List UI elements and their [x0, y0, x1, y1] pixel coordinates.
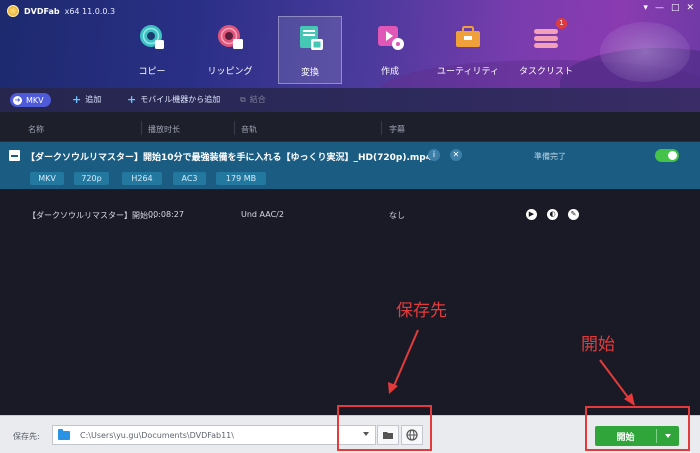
nav-label: リッピング — [207, 67, 253, 77]
minimize-icon[interactable]: — — [655, 3, 664, 13]
format-tag: MKV — [30, 172, 64, 185]
nav-label: 変換 — [300, 68, 319, 78]
file-status: 準備完了 — [534, 152, 566, 161]
nav-copy[interactable]: コピー — [120, 16, 184, 84]
column-name: 名称 — [28, 125, 44, 134]
audio-codec-tag: AC3 — [173, 172, 206, 185]
creator-icon — [375, 22, 405, 52]
plus-icon: + — [127, 92, 137, 106]
enable-toggle[interactable] — [655, 149, 679, 162]
column-divider — [141, 121, 142, 135]
profile-label: MKV — [26, 95, 44, 105]
remove-icon[interactable]: ✕ — [450, 149, 462, 161]
track-subtitle: なし — [389, 211, 405, 220]
play-icon[interactable]: ▶ — [526, 209, 537, 220]
info-icon[interactable]: i — [428, 149, 440, 161]
resolution-tag: 720p — [74, 172, 109, 185]
column-audio: 音轨 — [241, 125, 257, 134]
app-version: x64 11.0.0.3 — [64, 6, 116, 16]
nav-label: 作成 — [380, 67, 399, 77]
add-from-mobile-button[interactable]: + モバイル機器から追加 — [127, 94, 220, 105]
annotation-box-save-to — [337, 405, 432, 451]
track-title: 【ダークソウルリマスター】開始... — [28, 211, 156, 220]
output-path-field[interactable]: C:\Users\yu.gu\Documents\DVDFab11\ — [52, 425, 376, 445]
file-size-tag: 179 MB — [216, 172, 266, 185]
file-checkbox[interactable] — [9, 150, 20, 161]
nav-creator[interactable]: 作成 — [358, 16, 422, 84]
maximize-icon[interactable]: □ — [671, 3, 680, 13]
window-controls: ▾ — □ ✕ — [643, 3, 694, 13]
column-divider — [234, 121, 235, 135]
add-button[interactable]: + 追加 — [72, 94, 101, 105]
file-name: 【ダークソウルリマスター】開始10分で最強装備を手に入れる【ゆっくり実況】_HD… — [26, 153, 432, 163]
arrow-right-icon: ➜ — [13, 95, 22, 105]
close-icon[interactable]: ✕ — [686, 3, 694, 13]
advanced-settings-icon[interactable]: ✎ — [568, 209, 579, 220]
annotation-save-to: 保存先 — [396, 301, 447, 321]
merge-label: 結合 — [249, 95, 266, 104]
task-count-badge: 1 — [556, 18, 567, 29]
edit-video-icon[interactable]: ◐ — [547, 209, 558, 220]
nav-ripper[interactable]: リッピング — [198, 16, 262, 84]
column-divider — [381, 121, 382, 135]
nav-label: タスクリスト — [518, 67, 573, 77]
profile-selector-button[interactable]: ➜ MKV — [10, 93, 51, 107]
toolbar: ➜ MKV + 追加 + モバイル機器から追加 ⧉ 結合 — [0, 88, 700, 112]
add-mobile-label: モバイル機器から追加 — [140, 95, 221, 104]
save-to-label: 保存先: — [13, 432, 40, 441]
file-row[interactable]: 【ダークソウルリマスター】開始10分で最強装備を手に入れる【ゆっくり実況】_HD… — [0, 142, 700, 189]
track-duration: 00:08:27 — [148, 210, 184, 219]
disc-ripper-icon — [215, 22, 245, 52]
nav-converter[interactable]: 変換 — [278, 16, 342, 84]
plus-icon: + — [72, 92, 82, 106]
folder-icon — [58, 429, 70, 440]
track-row[interactable]: 【ダークソウルリマスター】開始... 00:08:27 Und AAC/2 なし… — [0, 201, 700, 227]
nav-label: ユーティリティ — [437, 67, 499, 77]
logo-text: DVDFab — [24, 6, 60, 16]
app-logo: DVDFab x64 11.0.0.3 — [7, 5, 115, 17]
header-decoration — [600, 22, 690, 82]
annotation-start: 開始 — [581, 335, 615, 355]
dvdfab-logo-icon — [7, 5, 19, 17]
merge-icon: ⧉ — [240, 94, 246, 104]
nav-label: コピー — [138, 67, 166, 77]
utility-icon — [453, 22, 483, 52]
track-audio: Und AAC/2 — [241, 210, 284, 219]
nav-task-list[interactable]: 1 タスクリスト — [514, 16, 578, 84]
column-subtitle: 字幕 — [389, 125, 405, 134]
converter-icon — [296, 23, 326, 53]
column-header: 名称 播放时长 音轨 字幕 — [0, 112, 700, 142]
disc-copy-icon — [137, 22, 167, 52]
output-path-text: C:\Users\yu.gu\Documents\DVDFab11\ — [80, 431, 234, 440]
annotation-box-start — [585, 406, 690, 451]
column-duration: 播放时长 — [148, 125, 180, 134]
add-label: 追加 — [85, 95, 102, 104]
menu-dropdown-icon[interactable]: ▾ — [643, 3, 648, 13]
nav-utility[interactable]: ユーティリティ — [436, 16, 500, 84]
merge-button[interactable]: ⧉ 結合 — [240, 94, 266, 105]
video-codec-tag: H264 — [122, 172, 162, 185]
header-banner: DVDFab x64 11.0.0.3 ▾ — □ ✕ コピー リッピング 変換… — [0, 0, 700, 88]
